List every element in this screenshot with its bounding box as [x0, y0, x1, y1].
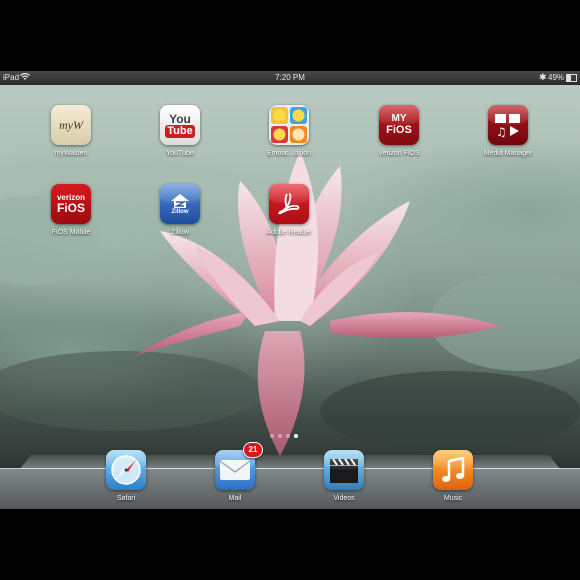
app-label: Mail — [228, 495, 242, 502]
app-mywalden[interactable]: myW myWalden — [29, 105, 113, 157]
youtube-icon: You Tube — [160, 105, 200, 145]
page-dot[interactable] — [286, 434, 290, 438]
app-youtube[interactable]: You Tube YouTube — [138, 105, 222, 157]
app-label: Safari — [116, 495, 136, 502]
dock-app-music[interactable]: Music — [411, 450, 495, 502]
dock-app-videos[interactable]: Videos — [302, 450, 386, 502]
media-manager-icon: ♫ — [488, 105, 528, 145]
emoticons-icon — [269, 105, 309, 145]
app-label: FiOS Mobile — [51, 229, 91, 236]
app-label: Media Manager — [483, 150, 533, 157]
zillow-icon: Zillow — [160, 184, 200, 224]
app-media-manager[interactable]: ♫ Media Manager — [466, 105, 550, 157]
bluetooth-icon: ✱ — [539, 72, 547, 82]
page-dot[interactable] — [270, 434, 274, 438]
app-label: Videos — [333, 495, 355, 502]
status-time: 7:20 PM — [275, 73, 305, 82]
verizon-fios-icon: MY FiOS — [379, 105, 419, 145]
page-dot[interactable] — [278, 434, 282, 438]
svg-text:♫: ♫ — [496, 125, 507, 139]
app-zillow[interactable]: Zillow Zillow — [138, 184, 222, 236]
dock-app-safari[interactable]: Safari — [84, 450, 168, 502]
app-verizon-fios[interactable]: MY FiOS Verizon FiOS — [357, 105, 441, 157]
adobe-reader-icon — [269, 184, 309, 224]
status-bar: iPad 7:20 PM ✱ 49% — [0, 71, 580, 85]
page-indicator[interactable] — [270, 425, 302, 438]
app-label: YouTube — [166, 150, 194, 157]
app-label: Music — [443, 495, 463, 502]
app-emoticons[interactable]: Emotic...dition — [247, 105, 331, 157]
page-dot[interactable] — [294, 434, 298, 438]
app-fios-mobile[interactable]: verizon FiOS FiOS Mobile — [29, 184, 113, 236]
app-label: myWalden — [54, 150, 88, 157]
envelope-icon: 21 — [215, 442, 263, 490]
battery-percent: 49% — [548, 73, 565, 82]
app-label: Adobe Reader — [266, 229, 312, 236]
app-label: Verizon FiOS — [378, 150, 420, 157]
mywalden-icon: myW — [51, 105, 91, 145]
app-label: Zillow — [171, 229, 189, 236]
music-note-icon — [433, 450, 473, 490]
clapperboard-icon — [324, 450, 364, 490]
battery-icon — [566, 74, 577, 82]
fios-mobile-icon: verizon FiOS — [51, 184, 91, 224]
compass-icon — [106, 450, 146, 490]
app-label: Emotic...dition — [267, 150, 311, 157]
dock-app-mail[interactable]: 21 Mail — [193, 442, 277, 502]
unread-badge: 21 — [243, 442, 263, 458]
app-adobe-reader[interactable]: Adobe Reader — [247, 184, 331, 236]
